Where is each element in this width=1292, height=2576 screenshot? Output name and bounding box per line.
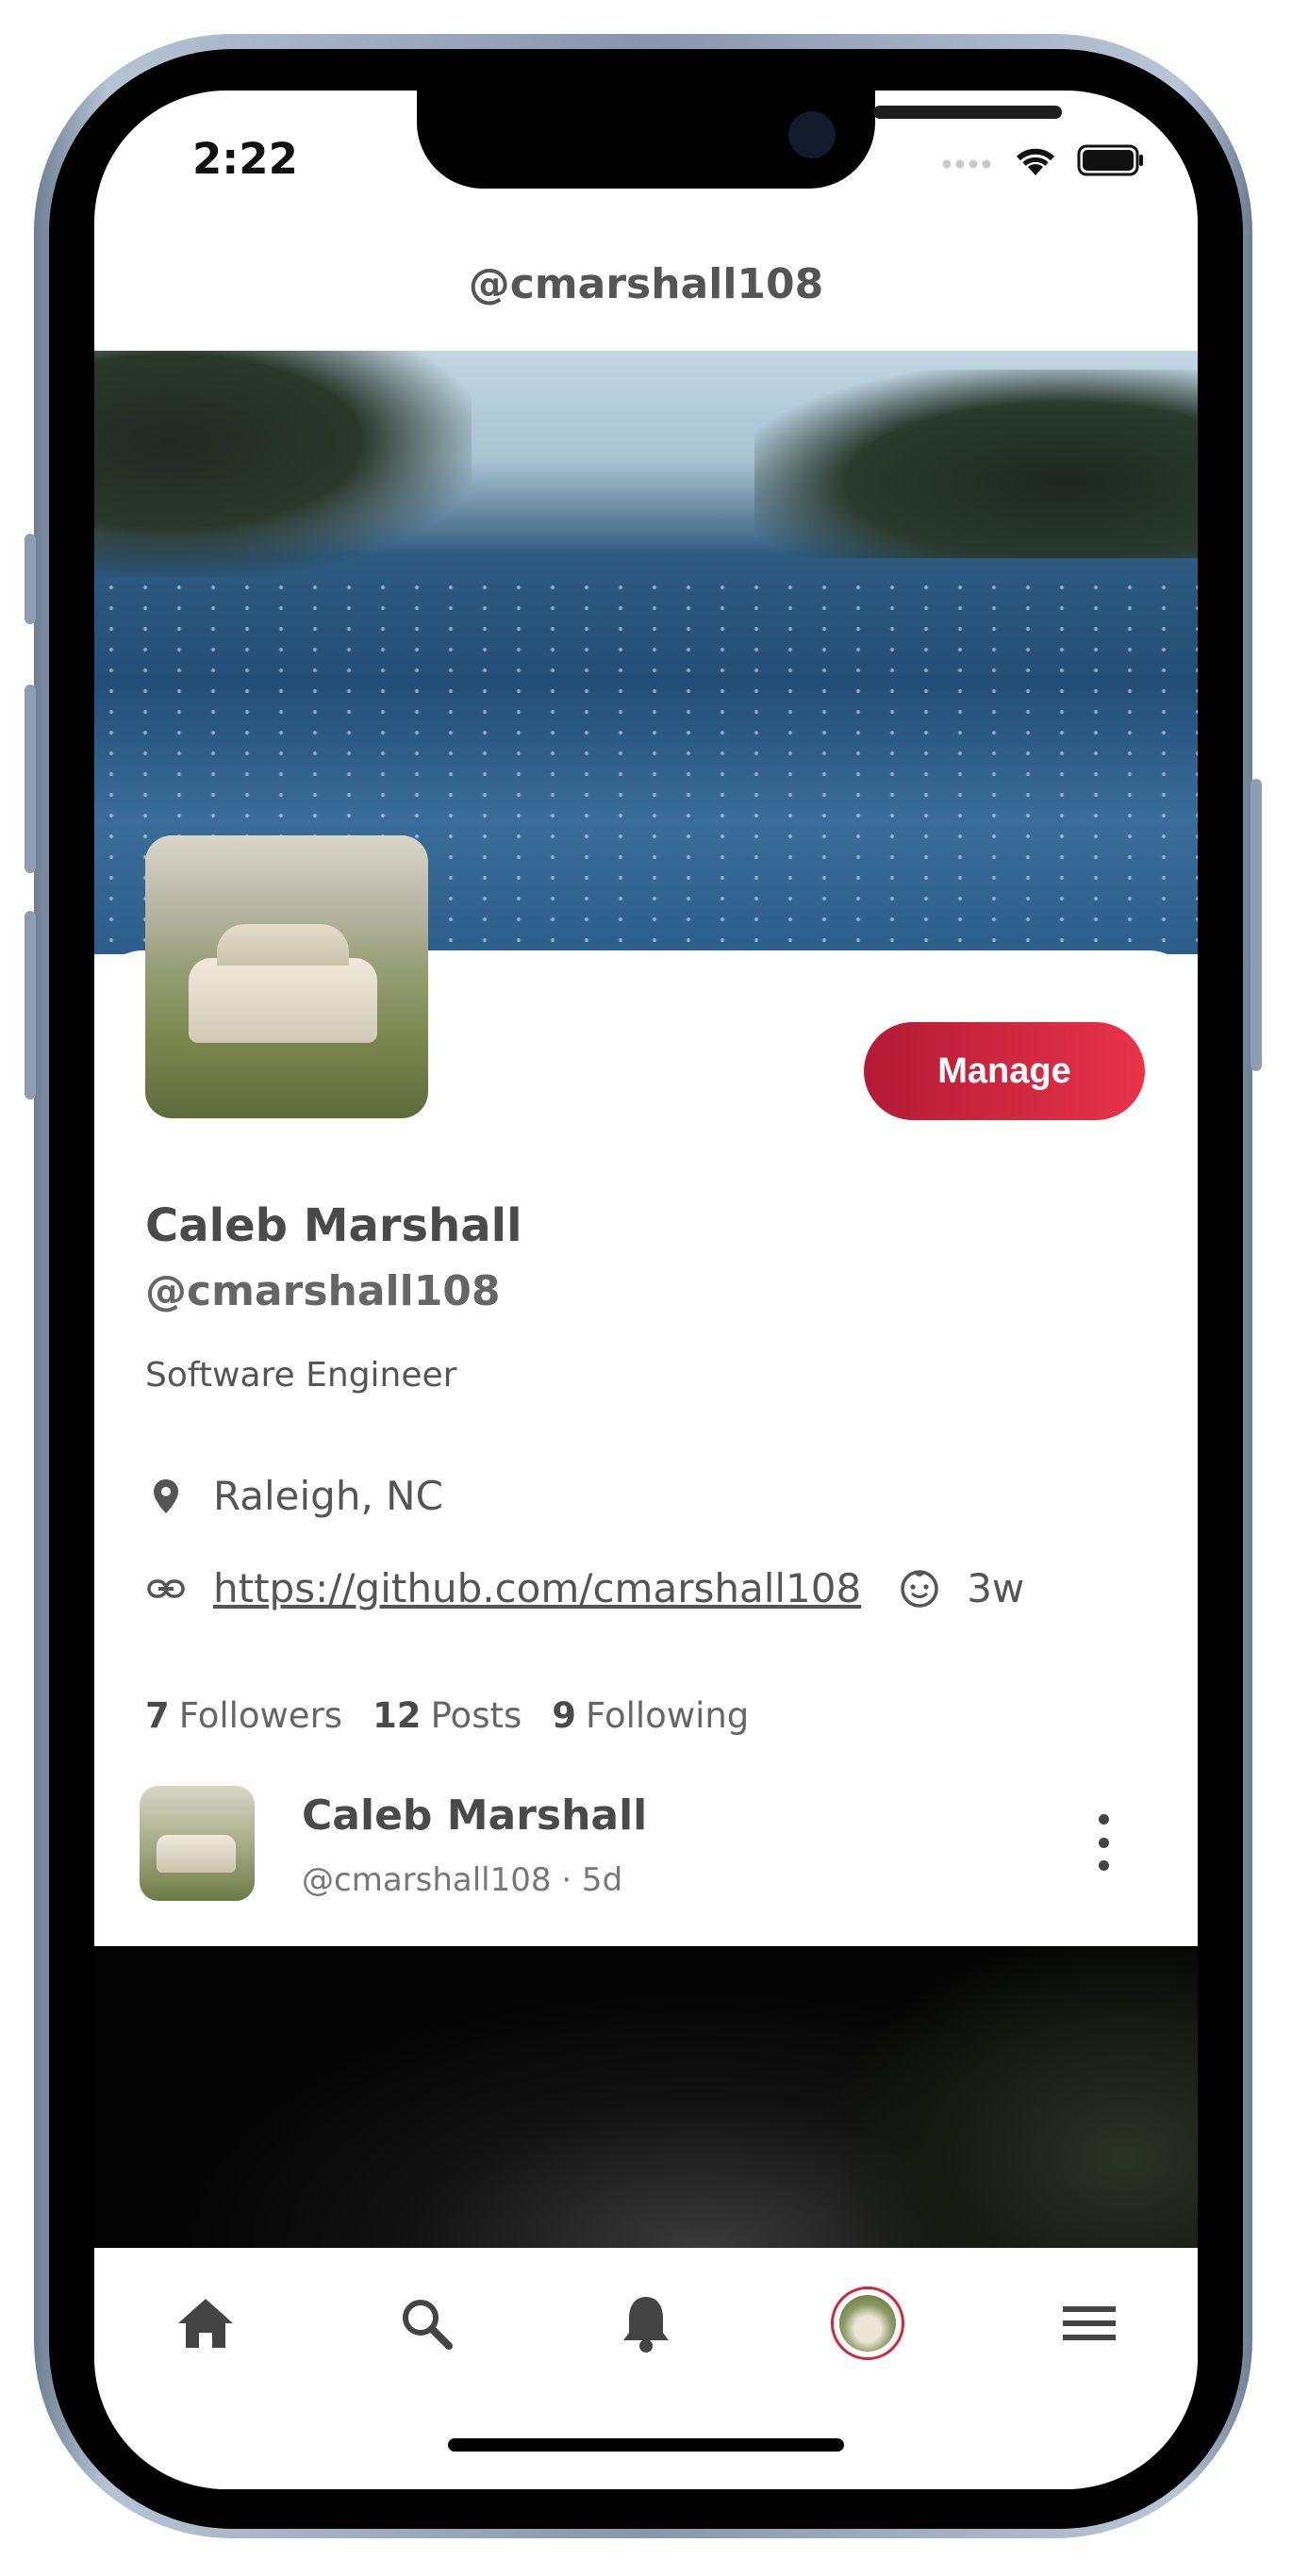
bell-icon (623, 2297, 669, 2353)
page-title: @cmarshall108 (468, 260, 824, 308)
search-icon (403, 2300, 453, 2350)
home-indicator[interactable] (448, 2438, 844, 2452)
post-author-name[interactable]: Caleb Marshall (302, 1792, 647, 1840)
tab-home[interactable] (149, 2267, 262, 2380)
tab-profile[interactable] (811, 2267, 924, 2380)
volume-down-button (25, 911, 36, 1099)
link-icon (145, 1568, 187, 1610)
location-row: Raleigh, NC (145, 1473, 443, 1519)
baby-face-icon (899, 1568, 940, 1610)
more-options-icon[interactable] (1083, 1814, 1124, 1871)
battery-icon (1077, 144, 1143, 176)
posts-count: 12 (373, 1695, 422, 1736)
website-row: https://github.com/cmarshall108 3w (145, 1565, 1024, 1611)
volume-up-button (25, 685, 36, 873)
profile-tab-avatar-image (839, 2295, 896, 2352)
profile-avatar-image[interactable] (145, 835, 428, 1118)
signal-icon (942, 159, 991, 169)
status-icons (941, 143, 1145, 177)
speaker-grille (873, 106, 1062, 119)
profile-name: Caleb Marshall (145, 1199, 522, 1252)
profile-bio: Software Engineer (145, 1356, 457, 1395)
location-pin-icon (145, 1476, 187, 1517)
wifi-icon (1016, 148, 1055, 175)
profile-stats: 7 Followers 12 Posts 9 Following (145, 1695, 749, 1736)
posts-label: Posts (430, 1695, 522, 1736)
avatar-car-shape (189, 924, 377, 1043)
following-count: 9 (552, 1695, 577, 1736)
tab-menu[interactable] (1033, 2267, 1146, 2380)
side-button (25, 534, 36, 624)
post-avatar-car-shape (157, 1835, 236, 1873)
screen: 2:22 @cmarshall108 Manage Caleb Marshall… (94, 91, 1198, 2489)
website-link[interactable]: https://github.com/cmarshall108 (213, 1565, 861, 1611)
following-label: Following (586, 1695, 750, 1736)
followers-stat[interactable]: 7 Followers (145, 1695, 342, 1736)
status-time: 2:22 (192, 134, 298, 184)
post-image[interactable] (94, 1946, 1198, 2248)
front-camera (788, 111, 836, 158)
profile-handle: @cmarshall108 (145, 1267, 501, 1315)
tab-notifications[interactable] (589, 2267, 703, 2380)
post-meta: @cmarshall108 · 5d (302, 1861, 623, 1899)
followers-label: Followers (178, 1695, 343, 1736)
tab-search[interactable] (370, 2267, 483, 2380)
manage-button[interactable]: Manage (864, 1022, 1145, 1120)
account-age: 3w (967, 1565, 1025, 1611)
power-button (1251, 779, 1262, 1071)
menu-icon (1063, 2306, 1116, 2340)
post-header: Caleb Marshall @cmarshall108 · 5d (140, 1786, 1158, 1908)
post-author-avatar[interactable] (140, 1786, 255, 1901)
tab-bar (94, 2248, 1198, 2489)
following-stat[interactable]: 9 Following (552, 1695, 749, 1736)
home-icon (178, 2299, 233, 2348)
profile-tab-avatar (831, 2287, 904, 2360)
followers-count: 7 (145, 1695, 170, 1736)
notch (417, 91, 1062, 189)
location-text: Raleigh, NC (213, 1473, 443, 1519)
posts-stat[interactable]: 12 Posts (373, 1695, 522, 1736)
